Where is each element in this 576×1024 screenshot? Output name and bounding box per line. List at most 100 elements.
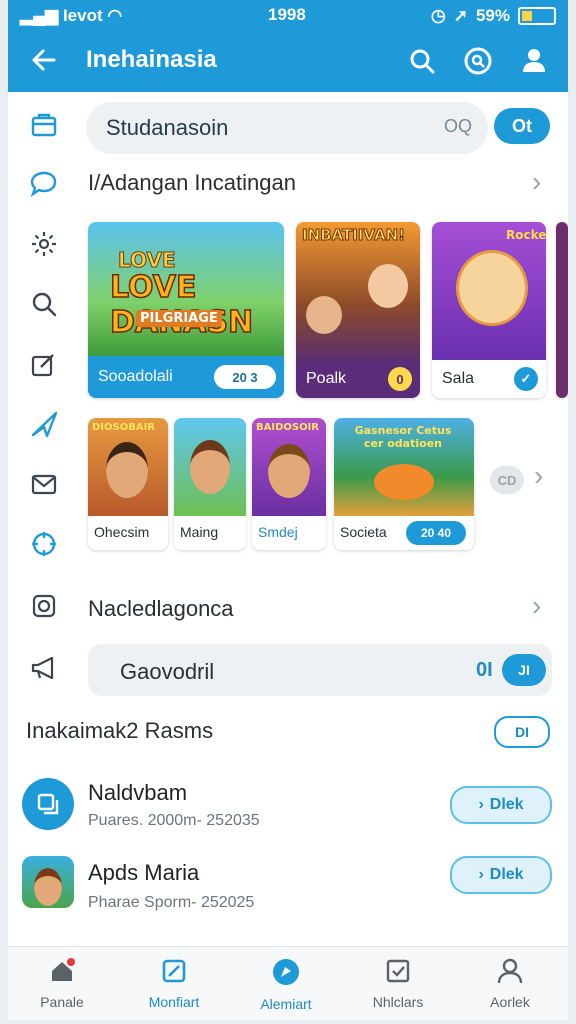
- sidebar-item-mail[interactable]: [26, 466, 62, 502]
- chevron-right-icon[interactable]: ›: [532, 590, 541, 622]
- search-icon: [32, 292, 57, 317]
- alarm-icon: ◷: [430, 6, 446, 25]
- app-icon: [22, 778, 74, 830]
- profile-button[interactable]: [516, 42, 552, 78]
- signal-icon: ▂▄▆: [20, 6, 59, 25]
- game-art: INBATIIVAN!: [296, 222, 420, 360]
- search-input[interactable]: [104, 112, 408, 144]
- game-card[interactable]: Maing: [174, 418, 246, 550]
- card-title: Smdej: [258, 524, 298, 540]
- card-title: Societa: [340, 524, 387, 540]
- carrier-label: Ievot: [62, 6, 103, 25]
- window-icon: [37, 793, 59, 815]
- game-art: Rocke: [432, 222, 546, 360]
- game-art: [174, 418, 246, 516]
- see-all-button[interactable]: DI: [494, 716, 550, 748]
- more-games-badge[interactable]: CD: [490, 466, 524, 494]
- page-title: Inehainasia: [86, 46, 217, 73]
- chevron-right-icon: ›: [478, 866, 484, 883]
- character-girl: [368, 264, 408, 308]
- game-art: BAIDOSOIR: [252, 418, 326, 516]
- character-fish: [374, 464, 434, 500]
- nav-label: Aorlek: [490, 994, 530, 1010]
- open-button[interactable]: › Dlek: [450, 786, 552, 824]
- sidebar: [8, 92, 80, 712]
- card-badge: 20 40: [406, 521, 466, 545]
- send-icon: [31, 411, 58, 438]
- camera-icon: [32, 594, 56, 618]
- input-bar[interactable]: Gaovodril 0I: [88, 644, 552, 696]
- sidebar-item-chat[interactable]: [26, 166, 62, 202]
- app-icon: [22, 856, 74, 908]
- bottom-nav: Panale Monfiart Alemiart Nhlclars Aorlek: [8, 946, 568, 1020]
- list-item-subtitle: Pharae Sporm- 252025: [88, 894, 255, 911]
- sidebar-item-settings[interactable]: [26, 226, 62, 262]
- nav-item-alemiart[interactable]: Alemiart: [236, 957, 336, 1012]
- nav-item-profile[interactable]: Aorlek: [460, 957, 560, 1010]
- art-title: INBATIIVAN!: [301, 226, 406, 245]
- back-button[interactable]: [26, 42, 62, 78]
- game-art: Gasnesor Cetus cer odatioen: [334, 418, 474, 516]
- home-icon: [52, 958, 75, 981]
- sidebar-item-instagram[interactable]: [26, 588, 62, 624]
- user-icon: [523, 49, 545, 72]
- check-icon: ✓: [514, 367, 538, 391]
- character-face: [190, 440, 230, 494]
- card-title: Sooadolali: [98, 368, 173, 385]
- location-icon: [32, 532, 56, 556]
- nav-label: Monfiart: [148, 994, 200, 1010]
- search-suffix: OQ: [443, 116, 472, 136]
- section-title-2: Nacledlagonca: [88, 596, 234, 621]
- featured-card[interactable]: Rocke Sala ✓: [432, 222, 546, 398]
- sidebar-item-edit[interactable]: [26, 346, 62, 382]
- carrier-signal: ▂▄▆ Ievot ◠: [20, 6, 122, 26]
- status-right: ◷ ➚ 59%: [431, 6, 556, 26]
- clock: 1998: [268, 5, 306, 24]
- sidebar-item-send[interactable]: [26, 406, 62, 442]
- sidebar-item-location[interactable]: [26, 526, 62, 562]
- gear-icon: [32, 232, 56, 256]
- input-bar-button[interactable]: JI: [502, 654, 546, 686]
- card-footer: Sala ✓: [432, 360, 546, 398]
- battery-icon: [518, 7, 556, 25]
- featured-card[interactable]: LOVE LOVE DANASN PILGRIAGE Sooadolali 20…: [88, 222, 284, 398]
- status-bar: ▂▄▆ Ievot ◠ 1998 ◷ ➚ 59%: [8, 0, 568, 30]
- nav-item-nhlclars[interactable]: Nhlclars: [348, 957, 448, 1010]
- sidebar-item-announce[interactable]: [26, 650, 62, 686]
- card-title: Sala: [442, 370, 475, 387]
- search-button[interactable]: [404, 43, 440, 79]
- game-card[interactable]: Gasnesor Cetus cer odatioen Societa 20 4…: [334, 418, 474, 550]
- edit-square-icon: [162, 959, 186, 983]
- search-action-button[interactable]: Ot: [494, 108, 550, 144]
- featured-card-peek[interactable]: [556, 222, 568, 398]
- nav-label: Panale: [40, 994, 84, 1010]
- art-title: BAIDOSOIR: [256, 422, 320, 433]
- open-button[interactable]: › Dlek: [450, 856, 552, 894]
- sidebar-item-search[interactable]: [26, 286, 62, 322]
- card-badge: 20 3: [214, 365, 276, 389]
- bag-icon: [31, 113, 57, 137]
- compass-icon: [273, 959, 299, 985]
- card-badge: 0: [388, 367, 412, 391]
- art-subtitle: PILGRIAGE: [136, 310, 222, 327]
- explore-button[interactable]: [460, 43, 496, 79]
- chevron-right-icon[interactable]: ›: [532, 166, 541, 198]
- back-arrow-icon: [32, 49, 56, 71]
- nav-item-home[interactable]: Panale: [12, 957, 112, 1010]
- sidebar-item-bag[interactable]: [26, 106, 62, 142]
- search-icon: [410, 49, 435, 74]
- featured-card[interactable]: INBATIIVAN! Poalk 0: [296, 222, 420, 398]
- list-item-title: Apds Maria: [88, 860, 200, 885]
- art-title: DIOSOBAIR: [92, 422, 156, 433]
- nav-item-monfiart[interactable]: Monfiart: [124, 957, 224, 1010]
- section-title-1: I/Adangan Incatingan: [88, 170, 296, 195]
- card-footer: Maing: [174, 516, 246, 550]
- open-button-label: Dlek: [489, 866, 524, 883]
- game-card[interactable]: DIOSOBAIR Ohecsim: [88, 418, 168, 550]
- art-title-line1: LOVE: [118, 248, 177, 273]
- chevron-right-icon[interactable]: ›: [534, 460, 543, 492]
- game-card[interactable]: BAIDOSOIR Smdej: [252, 418, 326, 550]
- chat-icon: [30, 171, 57, 197]
- card-footer: Societa 20 40: [334, 516, 474, 550]
- battery-percent: 59%: [475, 6, 510, 25]
